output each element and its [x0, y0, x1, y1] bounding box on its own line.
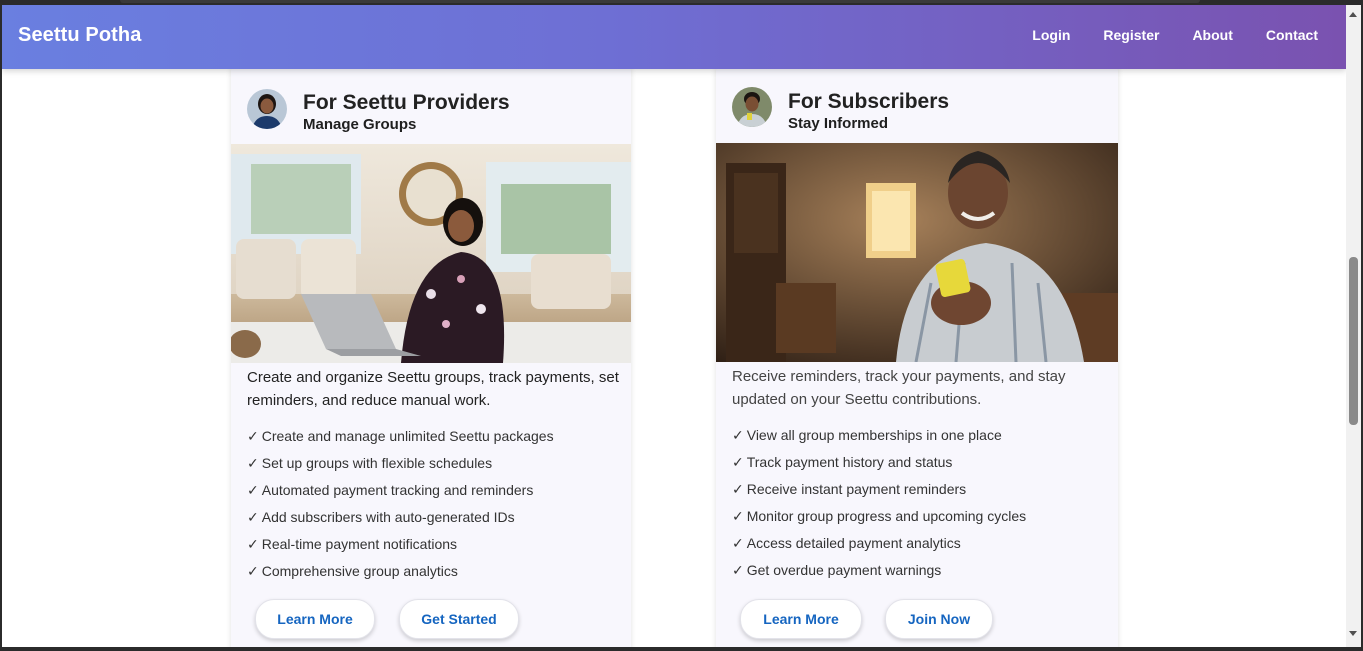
list-item: ✓ View all group memberships in one place [732, 426, 1026, 453]
check-icon: ✓ [732, 481, 744, 497]
subscriber-hero-image [716, 143, 1118, 362]
navbar: Seettu Potha Login Register About Contac… [2, 5, 1346, 69]
join-now-button[interactable]: Join Now [885, 599, 993, 639]
scroll-down-arrow-icon[interactable] [1349, 631, 1357, 636]
feature-text: Create and manage unlimited Seettu packa… [261, 428, 554, 444]
feature-text: Automated payment tracking and reminders [261, 482, 534, 498]
check-icon: ✓ [247, 509, 259, 525]
list-item: ✓ Set up groups with flexible schedules [247, 454, 554, 481]
subscribers-card-title: For Subscribers [788, 90, 950, 113]
feature-text: Track payment history and status [746, 454, 953, 470]
feature-text: Real-time payment notifications [261, 536, 458, 552]
check-icon: ✓ [732, 535, 744, 551]
providers-card-header: For Seettu Providers Manage Groups [231, 65, 631, 145]
providers-card-description: Create and organize Seettu groups, track… [247, 369, 619, 409]
feature-text: Set up groups with flexible schedules [261, 455, 493, 471]
list-item: ✓ Track payment history and status [732, 453, 1026, 480]
brand-logo-text[interactable]: Seettu Potha [18, 24, 141, 47]
providers-learn-more-button[interactable]: Learn More [255, 599, 375, 639]
subscriber-avatar [732, 87, 772, 127]
scroll-up-arrow-icon[interactable] [1349, 12, 1357, 17]
subscribers-card-description: Receive reminders, track your payments, … [732, 368, 1066, 408]
feature-text: Receive instant payment reminders [746, 481, 967, 497]
check-icon: ✓ [247, 455, 259, 471]
check-icon: ✓ [732, 427, 744, 443]
feature-text: Monitor group progress and upcoming cycl… [746, 508, 1027, 524]
feature-text: Access detailed payment analytics [746, 535, 961, 551]
provider-avatar [247, 89, 287, 129]
providers-card-subtitle: Manage Groups [303, 116, 417, 133]
feature-text: Add subscribers with auto-generated IDs [261, 509, 515, 525]
check-icon: ✓ [247, 563, 259, 579]
feature-text: Get overdue payment warnings [746, 562, 942, 578]
browser-frame: Seettu Potha Login Register About Contac… [0, 0, 1363, 651]
scrollbar-thumb[interactable] [1349, 257, 1358, 425]
check-icon: ✓ [732, 562, 744, 578]
check-icon: ✓ [732, 454, 744, 470]
nav-link-login[interactable]: Login [1032, 27, 1070, 43]
list-item: ✓ Automated payment tracking and reminder… [247, 481, 554, 508]
nav-link-register[interactable]: Register [1103, 27, 1159, 43]
providers-card-title: For Seettu Providers [303, 91, 510, 114]
providers-card: For Seettu Providers Manage Groups Creat… [231, 65, 631, 647]
get-started-button[interactable]: Get Started [399, 599, 519, 639]
check-icon: ✓ [732, 508, 744, 524]
subscribers-learn-more-button[interactable]: Learn More [740, 599, 862, 639]
window-top-highlight [120, 0, 1200, 3]
check-icon: ✓ [247, 536, 259, 552]
provider-hero-image [231, 144, 631, 363]
feature-text: Comprehensive group analytics [261, 563, 458, 579]
check-icon: ✓ [247, 428, 259, 444]
subscribers-feature-list: ✓ View all group memberships in one place… [732, 426, 1026, 588]
feature-text: View all group memberships in one place [746, 427, 1002, 443]
list-item: ✓ Real-time payment notifications [247, 535, 554, 562]
subscribers-card: For Subscribers Stay Informed Receive re… [716, 65, 1118, 647]
list-item: ✓ Add subscribers with auto-generated IDs [247, 508, 554, 535]
nav-link-about[interactable]: About [1192, 27, 1232, 43]
providers-feature-list: ✓ Create and manage unlimited Seettu pack… [247, 427, 554, 589]
subscribers-card-subtitle: Stay Informed [788, 115, 889, 132]
list-item: ✓ Comprehensive group analytics [247, 562, 554, 589]
nav-links: Login Register About Contact [999, 27, 1318, 43]
list-item: ✓ Receive instant payment reminders [732, 480, 1026, 507]
page-viewport: Seettu Potha Login Register About Contac… [2, 5, 1346, 647]
check-icon: ✓ [247, 482, 259, 498]
list-item: ✓ Get overdue payment warnings [732, 561, 1026, 588]
list-item: ✓ Access detailed payment analytics [732, 534, 1026, 561]
subscribers-card-header: For Subscribers Stay Informed [716, 65, 1118, 145]
vertical-scrollbar[interactable] [1346, 5, 1361, 647]
list-item: ✓ Monitor group progress and upcoming cyc… [732, 507, 1026, 534]
list-item: ✓ Create and manage unlimited Seettu pack… [247, 427, 554, 454]
nav-link-contact[interactable]: Contact [1266, 27, 1318, 43]
